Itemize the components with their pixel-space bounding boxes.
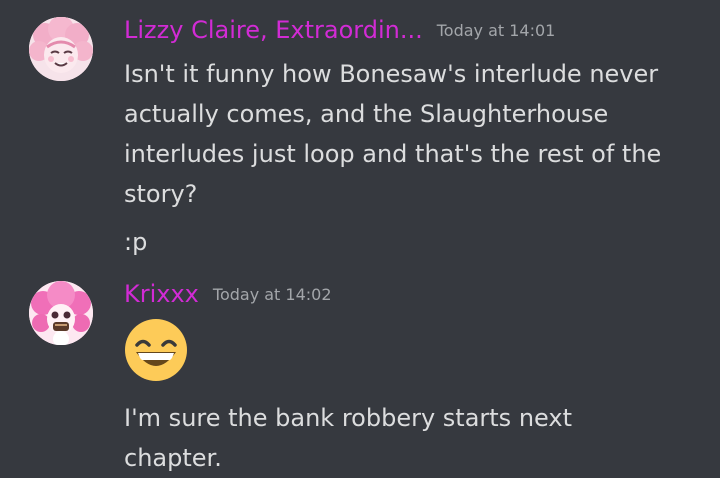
message-text: I'm sure the bank robbery starts next ch… — [124, 404, 572, 472]
username[interactable]: Lizzy Claire, Extraordin... — [124, 16, 423, 44]
message-header: Krixxx Today at 14:02 — [124, 279, 332, 309]
grinning-face-with-smiling-eyes-emoji-icon[interactable] — [124, 318, 188, 382]
username[interactable]: Krixxx — [124, 280, 199, 308]
avatar[interactable] — [29, 281, 93, 345]
pink-haired-character-avatar-icon — [29, 17, 93, 81]
avatar[interactable] — [29, 17, 93, 81]
message-text: :p — [124, 228, 148, 256]
message-header: Lizzy Claire, Extraordin... Today at 14:0… — [124, 15, 555, 45]
message-text: Isn't it funny how Bonesaw's interlude n… — [124, 60, 662, 208]
timestamp[interactable]: Today at 14:01 — [437, 21, 556, 40]
pink-haired-character-avatar-icon — [29, 281, 93, 345]
chat-messages: Lizzy Claire, Extraordin... Today at 14:0… — [0, 0, 720, 472]
timestamp[interactable]: Today at 14:02 — [213, 285, 332, 304]
